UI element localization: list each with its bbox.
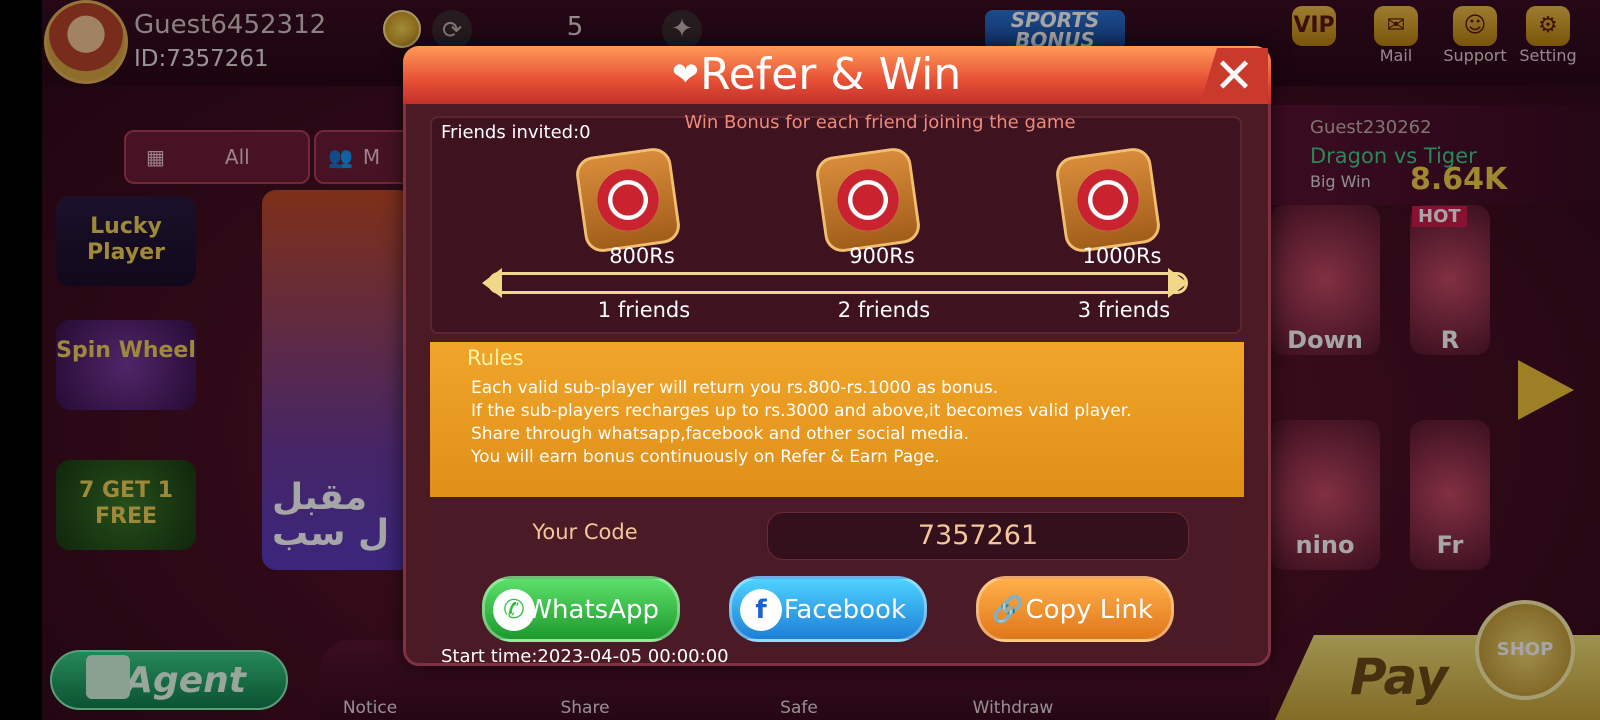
facebook-button[interactable]: f Facebook xyxy=(729,576,927,642)
tier-amount: 800Rs xyxy=(609,244,675,268)
track-left-cap xyxy=(482,268,502,298)
whatsapp-button[interactable]: ✆ WhatsApp xyxy=(482,576,680,642)
whatsapp-label: WhatsApp xyxy=(526,595,659,625)
start-time: Start time:2023-04-05 00:00:00 xyxy=(441,646,729,667)
progress-track xyxy=(488,272,1188,294)
dialog-title: Refer & Win xyxy=(700,49,962,100)
copy-link-button[interactable]: 🔗 Copy Link xyxy=(976,576,1174,642)
chip-icon xyxy=(1053,145,1163,255)
tier-amount: 900Rs xyxy=(849,244,915,268)
referral-code-field[interactable]: 7357261 xyxy=(767,512,1189,560)
rule-line: If the sub-players recharges up to rs.30… xyxy=(471,401,1132,421)
link-icon: 🔗 xyxy=(991,595,1025,625)
rule-line: Each valid sub-player will return you rs… xyxy=(471,378,999,398)
rules-title: Rules xyxy=(467,346,524,370)
rule-line: You will earn bonus continuously on Refe… xyxy=(471,447,940,467)
facebook-label: Facebook xyxy=(783,595,906,625)
rule-line: Share through whatsapp,facebook and othe… xyxy=(471,424,970,444)
your-code-label: Your Code xyxy=(532,520,638,544)
win-bonus-text: Win Bonus for each friend joining the ga… xyxy=(684,112,1076,133)
chip-icon xyxy=(813,145,923,255)
facebook-icon: f xyxy=(740,589,782,631)
copy-link-label: Copy Link xyxy=(1025,595,1153,625)
track-right-cap xyxy=(1168,268,1188,298)
whatsapp-icon: ✆ xyxy=(493,589,535,631)
chip-icon xyxy=(573,145,683,255)
tier-friends: 1 friends xyxy=(597,298,691,322)
tier-friends: 2 friends xyxy=(837,298,931,322)
tier-amount: 1000Rs xyxy=(1082,244,1162,268)
tier-friends: 3 friends xyxy=(1077,298,1171,322)
friends-invited: Friends invited:0 xyxy=(441,122,591,143)
